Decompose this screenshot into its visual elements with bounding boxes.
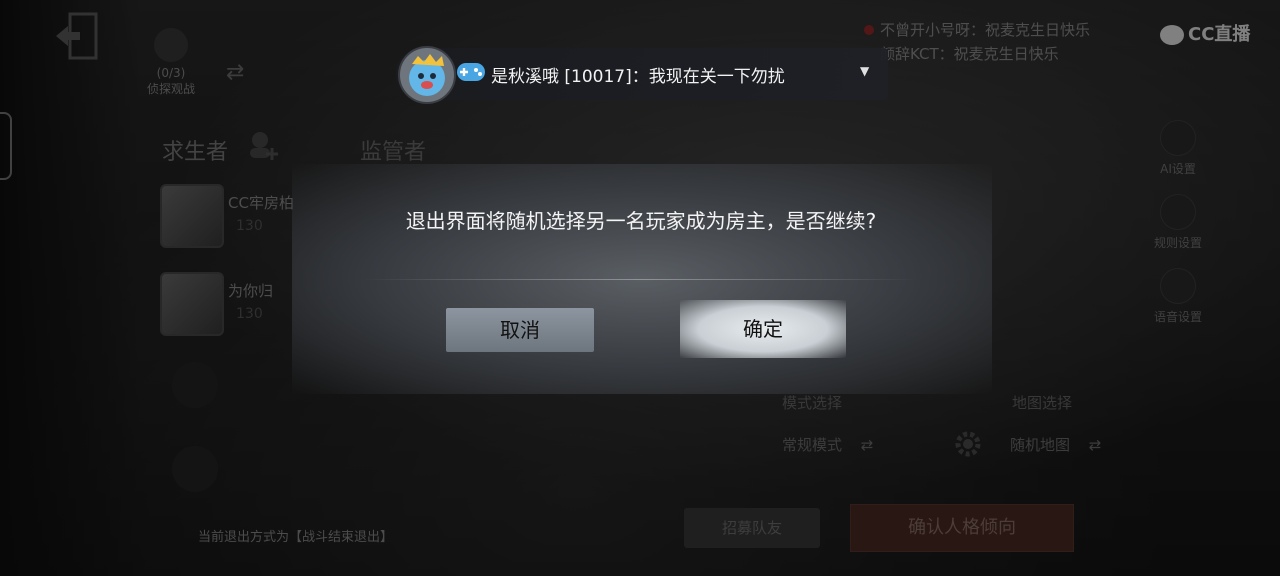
cancel-button[interactable]: 取消 <box>446 308 594 352</box>
sender-avatar <box>398 46 456 104</box>
confirm-button[interactable]: 确定 <box>680 300 846 358</box>
notification-text: 是秋溪哦 [10017]：我现在关一下勿扰 <box>491 67 785 87</box>
cartoon-avatar-icon <box>409 54 445 96</box>
dialog-divider <box>362 279 918 280</box>
gamepad-icon <box>457 63 485 81</box>
dialog-message: 退出界面将随机选择另一名玩家成为房主，是否继续? <box>405 209 877 233</box>
cancel-label: 取消 <box>500 318 540 342</box>
expand-caret-icon[interactable]: ▼ <box>860 64 869 78</box>
confirm-label: 确定 <box>743 317 783 341</box>
